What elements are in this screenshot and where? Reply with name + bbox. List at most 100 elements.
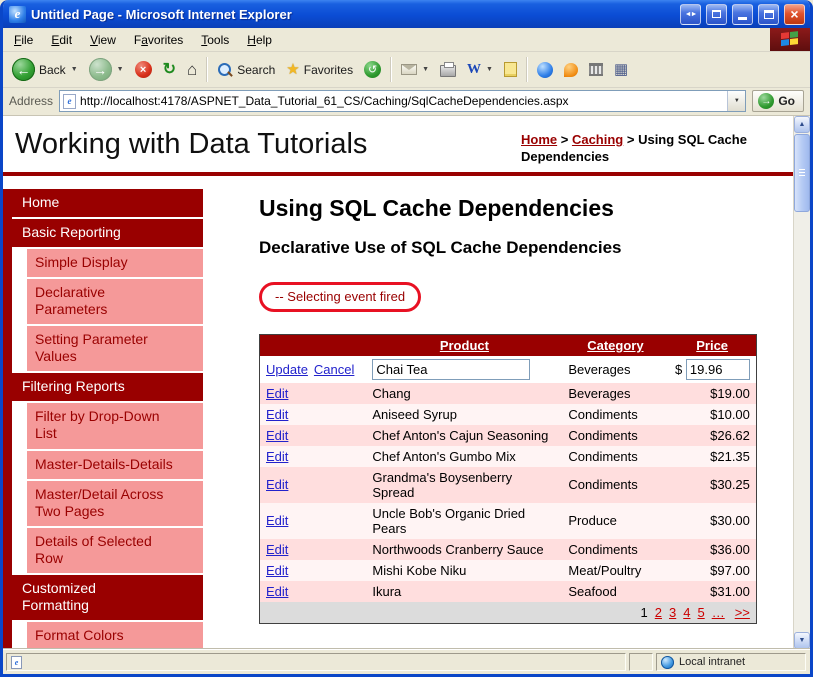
mail-button[interactable]: ▼ xyxy=(396,61,434,78)
scroll-down-button[interactable]: ▼ xyxy=(794,632,810,649)
sidebar-item-declarative-parameters[interactable]: Declarative Parameters xyxy=(27,279,203,325)
sidebar-item-filter-by-drop-down-list[interactable]: Filter by Drop-Down List xyxy=(27,403,203,449)
menu-items: File Edit View Favorites Tools Help xyxy=(3,28,770,51)
toolbar-separator xyxy=(525,57,528,82)
stop-button[interactable]: × xyxy=(130,58,157,81)
vertical-scrollbar[interactable]: ▲ ▼ xyxy=(793,116,810,649)
sort-category-link[interactable]: Category xyxy=(587,338,643,353)
product-cell: Chef Anton's Cajun Seasoning xyxy=(372,427,549,443)
go-icon: → xyxy=(758,93,775,109)
word-dropdown-icon[interactable]: ▼ xyxy=(486,66,493,73)
scroll-track[interactable] xyxy=(794,133,810,632)
cancel-link[interactable]: Cancel xyxy=(314,362,354,377)
sidebar-item-format-colors[interactable]: Format Colors xyxy=(27,622,203,649)
search-icon xyxy=(217,62,233,78)
table-row: Edit Grandma's Boysenberry Spread Condimen… xyxy=(259,466,757,503)
product-cell: Uncle Bob's Organic Dried Pears xyxy=(372,505,526,536)
price-cell: $21.35 xyxy=(710,448,750,464)
edit-link[interactable]: Edit xyxy=(266,386,288,401)
menu-tools[interactable]: Tools xyxy=(192,30,238,50)
sidebar-item-basic-reporting[interactable]: Basic Reporting xyxy=(12,218,203,247)
breadcrumb-link-caching[interactable]: Caching xyxy=(572,132,623,147)
scroll-up-button[interactable]: ▲ xyxy=(794,116,810,133)
actions-cell: Edit xyxy=(260,539,367,560)
menu-help[interactable]: Help xyxy=(238,30,281,50)
edit-link[interactable]: Edit xyxy=(266,584,288,599)
sidebar-item-simple-display[interactable]: Simple Display xyxy=(27,248,203,278)
edit-link[interactable]: Edit xyxy=(266,542,288,557)
print-button[interactable] xyxy=(435,59,461,80)
quick-tabs-button[interactable]: ▦ xyxy=(609,59,633,80)
maximize-button[interactable] xyxy=(758,3,779,25)
menu-file[interactable]: File xyxy=(5,30,42,50)
pager-page-link[interactable]: 4 xyxy=(683,605,690,620)
edit-link[interactable]: Edit xyxy=(266,477,288,492)
edit-link[interactable]: Edit xyxy=(266,407,288,422)
sidebar-item-setting-parameter-values[interactable]: Setting Parameter Values xyxy=(27,326,203,372)
favorites-button[interactable]: ★ Favorites xyxy=(281,59,358,80)
browser-content: Working with Data Tutorials Home > Cachi… xyxy=(3,116,810,649)
back-button[interactable]: ← Back ▼ xyxy=(7,55,83,84)
menu-view[interactable]: View xyxy=(81,30,125,50)
scroll-thumb[interactable] xyxy=(794,134,810,212)
edit-link[interactable]: Edit xyxy=(266,428,288,443)
price-input[interactable] xyxy=(685,358,750,380)
address-input[interactable]: e http://localhost:4178/ASPNET_Data_Tuto… xyxy=(59,90,747,112)
back-dropdown-icon[interactable]: ▼ xyxy=(71,66,78,73)
address-dropdown-button[interactable]: ▼ xyxy=(727,91,746,111)
actions-cell: Edit xyxy=(260,425,367,446)
price-cell: $31.00 xyxy=(710,583,750,599)
maximize-icon xyxy=(763,9,774,19)
sidebar-item-home[interactable]: Home xyxy=(12,188,203,217)
search-label: Search xyxy=(237,62,276,77)
sort-price-link[interactable]: Price xyxy=(696,338,728,353)
sidebar-item-master-detail-across-two-pages[interactable]: Master/Detail Across Two Pages xyxy=(27,480,203,526)
sidebar-item-customized-formatting[interactable]: Customized Formatting xyxy=(12,574,203,621)
edit-link[interactable]: Edit xyxy=(266,563,288,578)
pager-page-link[interactable]: 2 xyxy=(655,605,662,620)
product-name-input[interactable] xyxy=(372,358,531,380)
pager-current-page: 1 xyxy=(640,604,648,620)
messenger-button[interactable] xyxy=(532,59,558,81)
title-extra-arrows-button[interactable]: ◄► xyxy=(680,3,701,25)
edit-link[interactable]: Edit xyxy=(266,449,288,464)
menu-edit[interactable]: Edit xyxy=(42,30,81,50)
pager-page-link[interactable]: 5 xyxy=(697,605,704,620)
menu-favorites[interactable]: Favorites xyxy=(125,30,192,50)
msn-button[interactable] xyxy=(559,60,583,80)
title-bar[interactable]: e Untitled Page - Microsoft Internet Exp… xyxy=(3,0,810,28)
mail-dropdown-icon[interactable]: ▼ xyxy=(422,66,429,73)
word-icon: W xyxy=(467,61,482,77)
toolbar-separator xyxy=(390,57,393,82)
sort-product-link[interactable]: Product xyxy=(440,338,489,353)
sidebar-item-master-details-details[interactable]: Master-Details-Details xyxy=(27,450,203,479)
grid-header-product: Product xyxy=(366,334,563,356)
minimize-button[interactable] xyxy=(732,3,753,25)
title-extra-window-button[interactable] xyxy=(706,3,727,25)
refresh-icon: ↻ xyxy=(162,60,176,78)
grid-header-actions xyxy=(259,334,367,356)
product-cell: Ikura xyxy=(372,583,402,599)
forward-dropdown-icon[interactable]: ▼ xyxy=(117,66,124,73)
forward-button[interactable]: → ▼ xyxy=(84,55,129,84)
search-button[interactable]: Search xyxy=(212,59,280,81)
sidebar-item-details-of-selected-row[interactable]: Details of Selected Row xyxy=(27,527,203,573)
category-cell: Seafood xyxy=(568,583,617,599)
notes-button[interactable] xyxy=(499,59,522,80)
go-button[interactable]: → Go xyxy=(752,90,804,112)
edit-with-word-button[interactable]: W ▼ xyxy=(462,59,498,81)
messenger-icon xyxy=(536,61,553,78)
pager-ellipsis-link[interactable]: … xyxy=(712,605,725,620)
update-link[interactable]: Update xyxy=(266,362,308,377)
sidebar-item-filtering-reports[interactable]: Filtering Reports xyxy=(12,373,203,402)
edit-link[interactable]: Edit xyxy=(266,513,288,528)
grid-icon: ▦ xyxy=(613,61,629,78)
close-button[interactable]: × xyxy=(784,3,805,25)
history-button[interactable]: ↺ xyxy=(359,58,386,81)
pager-page-link[interactable]: 3 xyxy=(669,605,676,620)
pager-next-link[interactable]: >> xyxy=(735,605,750,620)
breadcrumb-link-home[interactable]: Home xyxy=(521,132,557,147)
research-button[interactable] xyxy=(584,60,608,79)
refresh-button[interactable]: ↻ xyxy=(158,59,181,81)
home-button[interactable]: ⌂ xyxy=(182,58,202,81)
